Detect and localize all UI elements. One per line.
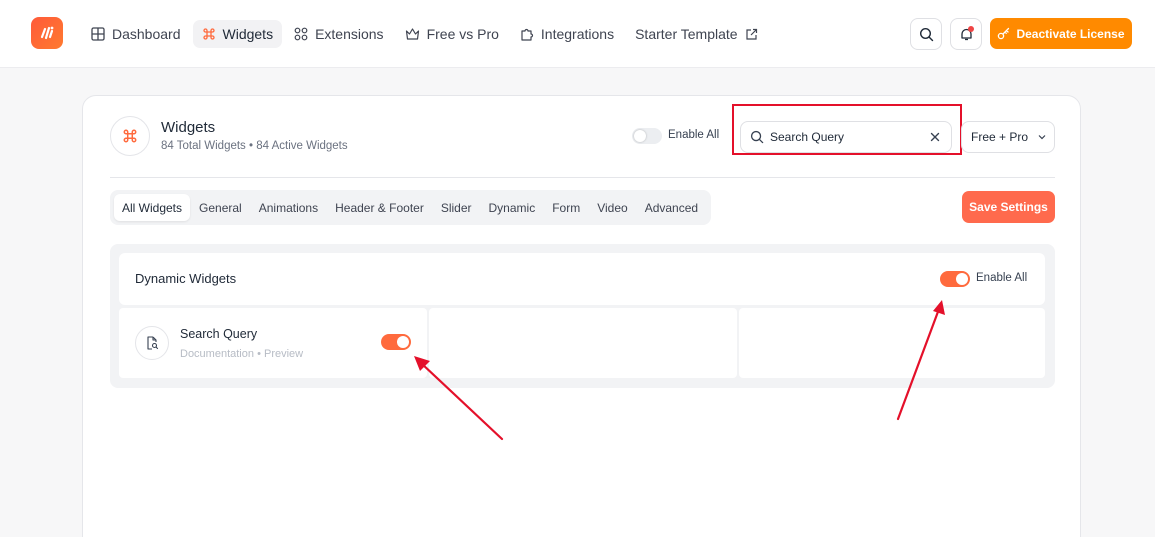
search-icon <box>919 27 933 41</box>
nav-item-widgets[interactable]: Widgets <box>192 20 283 48</box>
enable-all-label: Enable All <box>668 129 720 141</box>
nav-item-free-vs-pro[interactable]: Free vs Pro <box>396 20 508 48</box>
nav-item-starter-template[interactable]: Starter Template <box>626 20 766 48</box>
tab-all-widgets[interactable]: All Widgets <box>114 194 191 221</box>
header-divider <box>110 177 1055 178</box>
widget-card-search-query: Search Query Documentation • Preview <box>119 308 427 378</box>
widget-name: Search Query <box>180 327 258 341</box>
top-navigation-bar: Dashboard Widgets Extensions Free vs Pro <box>0 0 1155 68</box>
search-query-widget-icon <box>135 326 169 360</box>
widget-count-summary: 84 Total Widgets • 84 Active Widgets <box>161 140 348 152</box>
nav-item-label: Free vs Pro <box>426 26 499 42</box>
plan-filter-value: Free + Pro <box>971 130 1029 144</box>
empty-widget-slot <box>739 308 1045 378</box>
crown-icon <box>405 28 419 40</box>
deactivate-license-button[interactable]: Deactivate License <box>990 18 1132 49</box>
section-enable-all-toggle[interactable] <box>940 271 970 287</box>
category-tabs: All Widgets General Animations Header & … <box>110 190 712 225</box>
deactivate-license-label: Deactivate License <box>1016 26 1125 41</box>
file-search-icon <box>147 336 159 350</box>
preview-link[interactable]: Preview <box>264 348 303 360</box>
external-link-icon <box>745 28 757 40</box>
toggle-knob <box>397 336 409 348</box>
nav-item-label: Integrations <box>540 26 615 42</box>
tab-general[interactable]: General <box>191 194 250 221</box>
nav-item-dashboard[interactable]: Dashboard <box>82 20 190 48</box>
nav-item-label: Starter Template <box>635 26 738 42</box>
logo-mark-icon <box>40 26 54 40</box>
widgets-header-icon <box>110 116 150 156</box>
plan-filter-select[interactable]: Free + Pro <box>961 121 1055 153</box>
tab-advanced[interactable]: Advanced <box>637 194 706 221</box>
key-icon <box>998 27 1010 40</box>
extensions-icon <box>294 27 308 41</box>
command-icon <box>202 28 215 40</box>
enable-all-toggle[interactable] <box>632 128 662 144</box>
widget-links: Documentation • Preview <box>180 348 303 360</box>
tab-animations[interactable]: Animations <box>251 194 326 221</box>
save-settings-button[interactable]: Save Settings <box>962 191 1055 223</box>
section-enable-all-label: Enable All <box>976 272 1028 284</box>
link-separator: • <box>257 348 261 360</box>
main-nav: Dashboard Widgets Extensions Free vs Pro <box>82 20 770 48</box>
documentation-link[interactable]: Documentation <box>180 348 254 360</box>
toggle-knob <box>634 130 646 142</box>
app-logo[interactable] <box>31 17 63 49</box>
notification-dot <box>968 26 974 32</box>
grid-icon <box>91 27 105 41</box>
section-title: Dynamic Widgets <box>135 271 237 286</box>
command-icon <box>123 129 137 143</box>
search-query-toggle[interactable] <box>381 334 411 350</box>
nav-item-extensions[interactable]: Extensions <box>285 20 392 48</box>
nav-item-label: Widgets <box>222 26 274 42</box>
section-header: Dynamic Widgets Enable All <box>119 253 1045 305</box>
nav-item-label: Dashboard <box>112 26 181 42</box>
notifications-button[interactable] <box>950 18 982 50</box>
chevron-down-icon <box>1038 135 1046 140</box>
search-button[interactable] <box>910 18 942 50</box>
search-highlight-annotation <box>732 104 962 155</box>
empty-widget-slot <box>429 308 737 378</box>
tab-dynamic[interactable]: Dynamic <box>481 194 544 221</box>
nav-item-integrations[interactable]: Integrations <box>511 20 623 48</box>
toggle-knob <box>956 273 968 285</box>
tab-form[interactable]: Form <box>544 194 588 221</box>
tab-slider[interactable]: Slider <box>433 194 480 221</box>
tab-header-footer[interactable]: Header & Footer <box>327 194 432 221</box>
widgets-card: Widgets 84 Total Widgets • 84 Active Wid… <box>82 95 1081 537</box>
page-title: Widgets <box>161 119 216 136</box>
tab-video[interactable]: Video <box>589 194 635 221</box>
dynamic-widgets-section: Dynamic Widgets Enable All Search Query … <box>110 244 1055 388</box>
nav-item-label: Extensions <box>315 26 384 42</box>
puzzle-icon <box>521 28 533 41</box>
